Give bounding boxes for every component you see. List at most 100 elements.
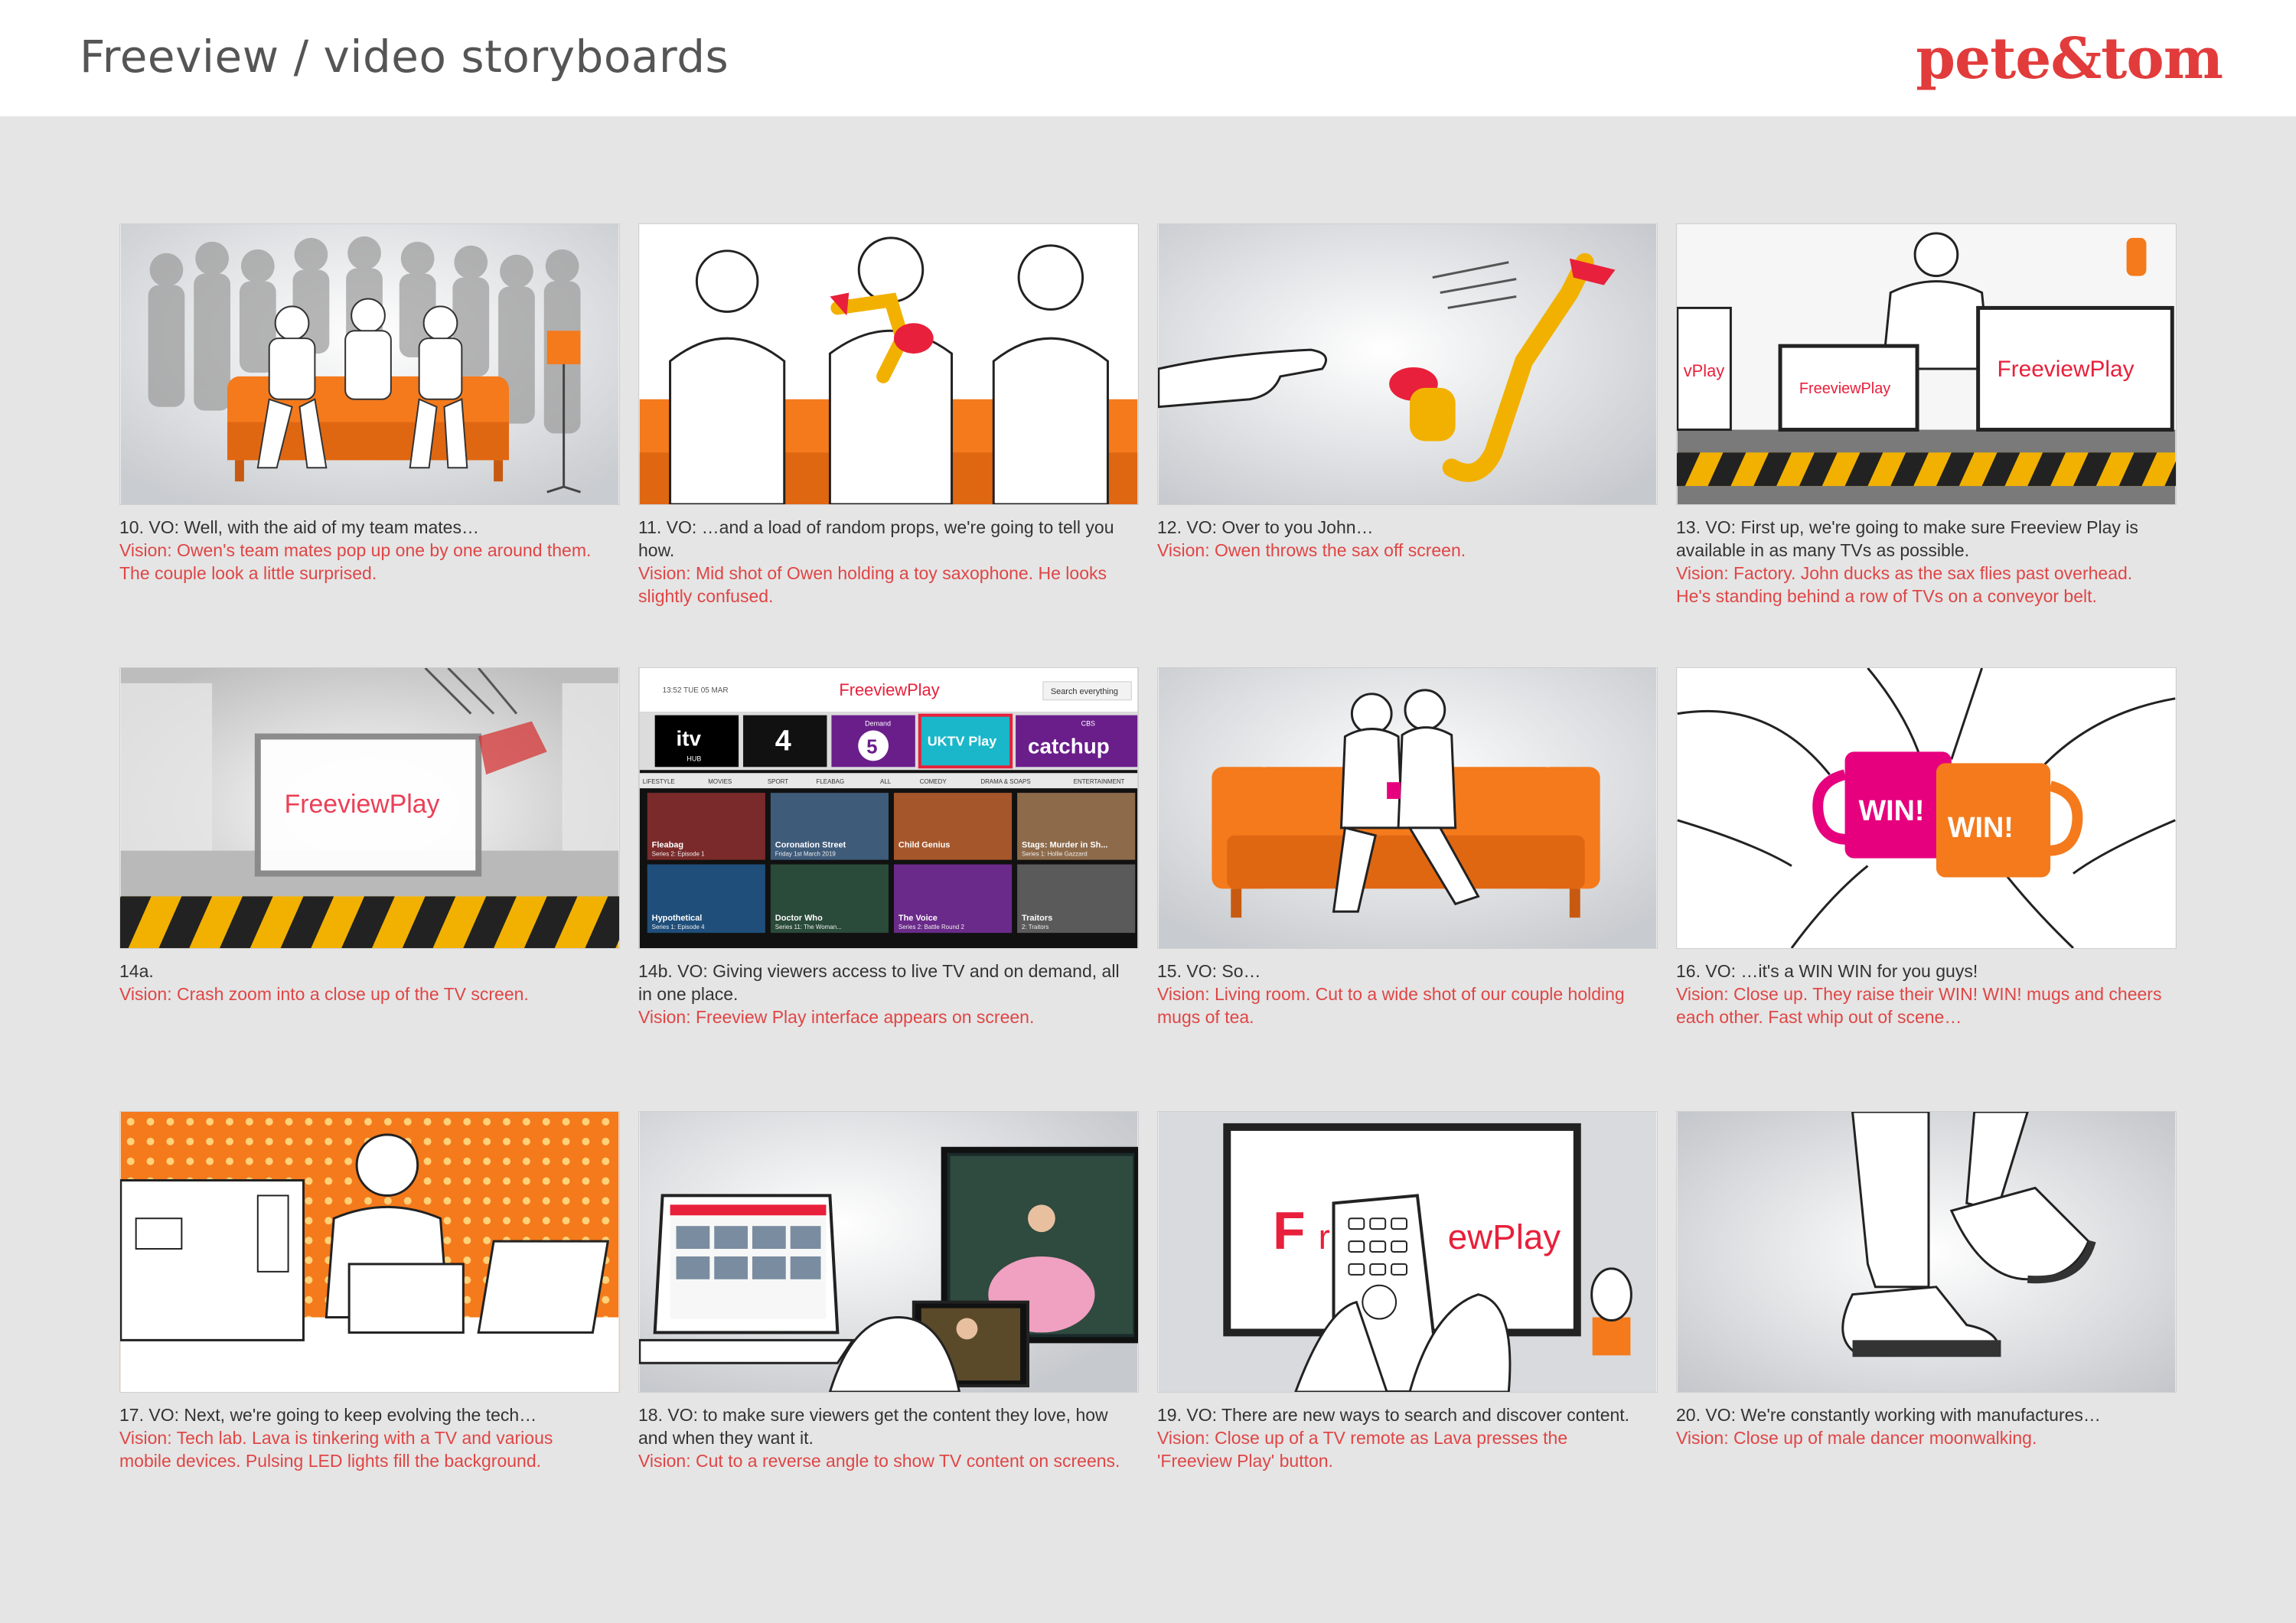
panel-image xyxy=(1676,1111,2177,1393)
tile-subtitle: Series 2: Battle Round 2 xyxy=(899,924,965,930)
panel-caption: 12. VO: Over to you John… Vision: Owen t… xyxy=(1157,516,1647,562)
channel-catchup: catchup xyxy=(1028,734,1110,758)
panel-image xyxy=(1157,223,1658,505)
ui-tab: DRAMA & SOAPS xyxy=(980,778,1030,785)
channel-catchup-sub: CBS xyxy=(1081,720,1095,728)
tile-subtitle: Series 2: Episode 1 xyxy=(652,851,705,858)
remote-brand-r: r xyxy=(1319,1217,1330,1256)
channel-5: 5 xyxy=(866,736,877,758)
ui-search-box: Search everything xyxy=(1051,687,1118,696)
moonwalk-closeup-illustration xyxy=(1677,1112,2176,1392)
panel-caption: 10. VO: Well, with the aid of my team ma… xyxy=(119,516,609,585)
panel-caption: 20. VO: We're constantly working with ma… xyxy=(1676,1403,2166,1449)
ui-tab: ALL xyxy=(880,778,892,785)
channel-4: 4 xyxy=(775,725,791,757)
tile-subtitle: Series 11: The Woman... xyxy=(775,924,842,930)
panel-image: 13:52 TUE 05 MAR FreeviewPlay Search eve… xyxy=(638,667,1139,949)
header-bar: Freeview / video storyboards pete&tom xyxy=(0,0,2296,116)
sax-thrown-illustration xyxy=(1158,224,1657,504)
crash-zoom-tv-illustration: FreeviewPlay xyxy=(120,668,619,948)
vision-text: Vision: Owen throws the sax off screen. xyxy=(1157,540,1466,560)
tile-title: Stags: Murder in Sh... xyxy=(1022,841,1107,850)
tile-subtitle: Series 1: Episode 4 xyxy=(652,924,705,930)
saxophone-midshot-illustration xyxy=(639,224,1138,504)
page-title: Freeview / video storyboards xyxy=(80,31,729,83)
ui-tab: COMEDY xyxy=(920,778,947,785)
team-mates-sofa-illustration xyxy=(120,224,619,504)
vision-text: Vision: Freeview Play interface appears … xyxy=(638,1007,1035,1027)
vision-text: Vision: Factory. John ducks as the sax f… xyxy=(1676,563,2133,606)
win-mugs-illustration: WIN! WIN! xyxy=(1677,668,2176,948)
panel-caption: 15. VO: So… Vision: Living room. Cut to … xyxy=(1157,960,1647,1028)
voiceover-text: 16. VO: …it's a WIN WIN for you guys! xyxy=(1676,961,1978,981)
reverse-angle-screens-illustration xyxy=(639,1112,1138,1392)
tile-title: Coronation Street xyxy=(775,841,846,850)
panel-caption: 13. VO: First up, we're going to make su… xyxy=(1676,516,2166,608)
panel-caption: 14a. Vision: Crash zoom into a close up … xyxy=(119,960,609,1005)
tile-title: Child Genius xyxy=(899,841,950,850)
panel-image xyxy=(638,223,1139,505)
panel-image: FreeviewPlay xyxy=(119,667,620,949)
tv-remote-closeup-illustration: F r ewPlay xyxy=(1158,1112,1657,1392)
tv-screen-brand-large: FreeviewPlay xyxy=(1997,357,2134,382)
ui-tab: MOVIES xyxy=(708,778,732,785)
mug-text-magenta: WIN! xyxy=(1858,795,1924,827)
vision-text: Vision: Tech lab. Lava is tinkering with… xyxy=(119,1428,553,1471)
vision-text: Vision: Owen's team mates pop up one by … xyxy=(119,540,592,583)
ui-brand-logo: FreeviewPlay xyxy=(839,680,939,699)
panel-caption: 17. VO: Next, we're going to keep evolvi… xyxy=(119,1403,609,1472)
panel-caption: 19. VO: There are new ways to search and… xyxy=(1157,1403,1647,1472)
voiceover-text: 19. VO: There are new ways to search and… xyxy=(1157,1405,1630,1425)
panel-caption: 14b. VO: Giving viewers access to live T… xyxy=(638,960,1128,1028)
remote-brand-f: F xyxy=(1273,1201,1306,1260)
living-room-couple-illustration xyxy=(1158,668,1657,948)
brand-logo: pete&tom xyxy=(1916,26,2223,92)
tile-subtitle: 2: Traitors xyxy=(1022,924,1049,930)
mug-text-orange: WIN! xyxy=(1948,812,2014,844)
vision-text: Vision: Cut to a reverse angle to show T… xyxy=(638,1451,1120,1471)
tile-title: Fleabag xyxy=(652,841,683,850)
freeview-play-interface-mock: 13:52 TUE 05 MAR FreeviewPlay Search eve… xyxy=(639,668,1138,948)
panel-caption: 18. VO: to make sure viewers get the con… xyxy=(638,1403,1128,1472)
voiceover-text: 18. VO: to make sure viewers get the con… xyxy=(638,1405,1108,1448)
voiceover-text: 15. VO: So… xyxy=(1157,961,1261,981)
tv-screen-brand: FreeviewPlay xyxy=(1799,380,1890,397)
panel-image xyxy=(1157,667,1658,949)
panel-image: vPlay FreeviewPlay FreeviewPlay xyxy=(1676,223,2177,505)
remote-brand-ewplay: ewPlay xyxy=(1448,1217,1561,1256)
ui-tab: LIFESTYLE xyxy=(643,778,675,785)
panel-caption: 16. VO: …it's a WIN WIN for you guys! Vi… xyxy=(1676,960,2166,1028)
channel-itv-sub: HUB xyxy=(687,754,701,762)
voiceover-text: 13. VO: First up, we're going to make su… xyxy=(1676,517,2138,560)
vision-text: Vision: Close up of a TV remote as Lava … xyxy=(1157,1428,1568,1471)
tile-subtitle: Series 1: Hollie Gazzard xyxy=(1022,851,1088,858)
vision-text: Vision: Close up of male dancer moonwalk… xyxy=(1676,1428,2037,1448)
panel-caption: 11. VO: …and a load of random props, we'… xyxy=(638,516,1128,608)
tile-title: The Voice xyxy=(899,914,938,923)
factory-conveyor-illustration: vPlay FreeviewPlay FreeviewPlay xyxy=(1677,224,2176,504)
tile-title: Doctor Who xyxy=(775,914,823,923)
tech-lab-illustration xyxy=(120,1112,619,1392)
voiceover-text: 14b. VO: Giving viewers access to live T… xyxy=(638,961,1120,1004)
vision-text: Vision: Living room. Cut to a wide shot … xyxy=(1157,984,1625,1027)
ui-tab: FLEABAG xyxy=(817,778,845,785)
voiceover-text: 17. VO: Next, we're going to keep evolvi… xyxy=(119,1405,537,1425)
tile-title: Hypothetical xyxy=(652,914,703,923)
ui-clock: 13:52 TUE 05 MAR xyxy=(663,686,729,695)
channel-itv: itv xyxy=(677,726,702,750)
ui-tab: ENTERTAINMENT xyxy=(1074,778,1125,785)
channel-5-sub: Demand xyxy=(865,720,891,728)
tv-screen-brand-cropped: vPlay xyxy=(1684,361,1725,380)
vision-text: Vision: Crash zoom into a close up of th… xyxy=(119,984,529,1004)
vision-text: Vision: Close up. They raise their WIN! … xyxy=(1676,984,2162,1027)
voiceover-text: 14a. xyxy=(119,961,154,981)
tv-screen-brand-blurred: FreeviewPlay xyxy=(285,790,440,819)
voiceover-text: 11. VO: …and a load of random props, we'… xyxy=(638,517,1114,560)
panel-image xyxy=(119,1111,620,1393)
panel-image xyxy=(638,1111,1139,1393)
voiceover-text: 20. VO: We're constantly working with ma… xyxy=(1676,1405,2101,1425)
ui-tab: SPORT xyxy=(768,778,788,785)
vision-text: Vision: Mid shot of Owen holding a toy s… xyxy=(638,563,1107,606)
voiceover-text: 10. VO: Well, with the aid of my team ma… xyxy=(119,517,479,537)
panel-image: F r ewPlay xyxy=(1157,1111,1658,1393)
